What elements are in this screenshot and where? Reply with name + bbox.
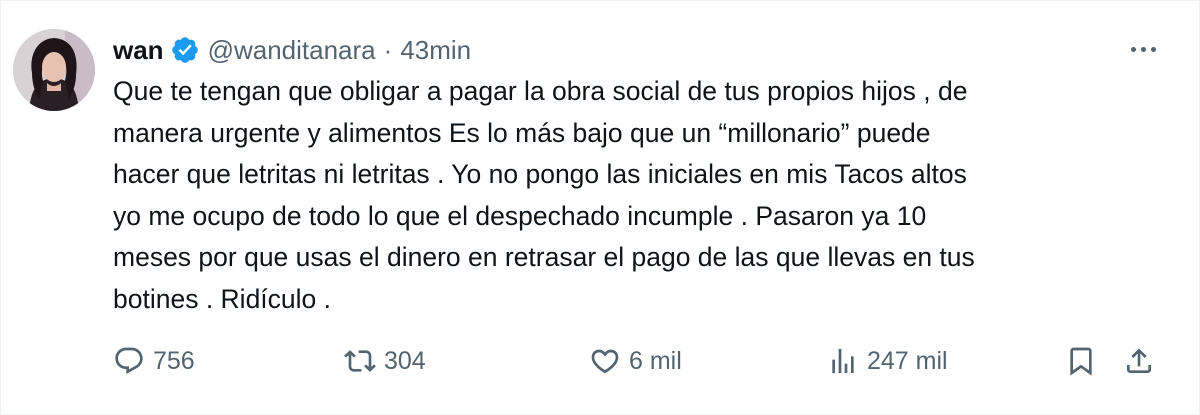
more-icon[interactable] [1125,35,1161,63]
tweet-header: wan @wanditanara · 43min [113,33,471,67]
reply-button[interactable]: 756 [113,341,195,381]
user-handle[interactable]: @wanditanara [208,35,376,66]
reply-icon [113,345,145,377]
action-bar: 756 304 6 mil 247 mil [113,341,1173,381]
share-button[interactable] [1123,341,1155,381]
bookmark-button[interactable] [1065,341,1097,381]
display-name[interactable]: wan [113,35,164,66]
verified-badge-icon [170,35,200,65]
retweet-button[interactable]: 304 [344,341,426,381]
like-button[interactable]: 6 mil [589,341,682,381]
views-icon [827,345,859,377]
tweet-card[interactable]: wan @wanditanara · 43min Que te tengan q… [0,0,1200,415]
heart-icon [589,345,621,377]
share-icon [1123,345,1155,377]
retweet-count: 304 [384,346,426,375]
separator-dot: · [383,34,393,65]
timestamp[interactable]: 43min [400,35,471,66]
avatar[interactable] [13,29,95,111]
retweet-icon [344,345,376,377]
reply-count: 756 [153,346,195,375]
tweet-text: Que te tengan que obligar a pagar la obr… [113,76,975,314]
bookmark-icon [1065,345,1097,377]
views-count: 247 mil [867,346,948,375]
views-button[interactable]: 247 mil [827,341,948,381]
like-count: 6 mil [629,346,682,375]
